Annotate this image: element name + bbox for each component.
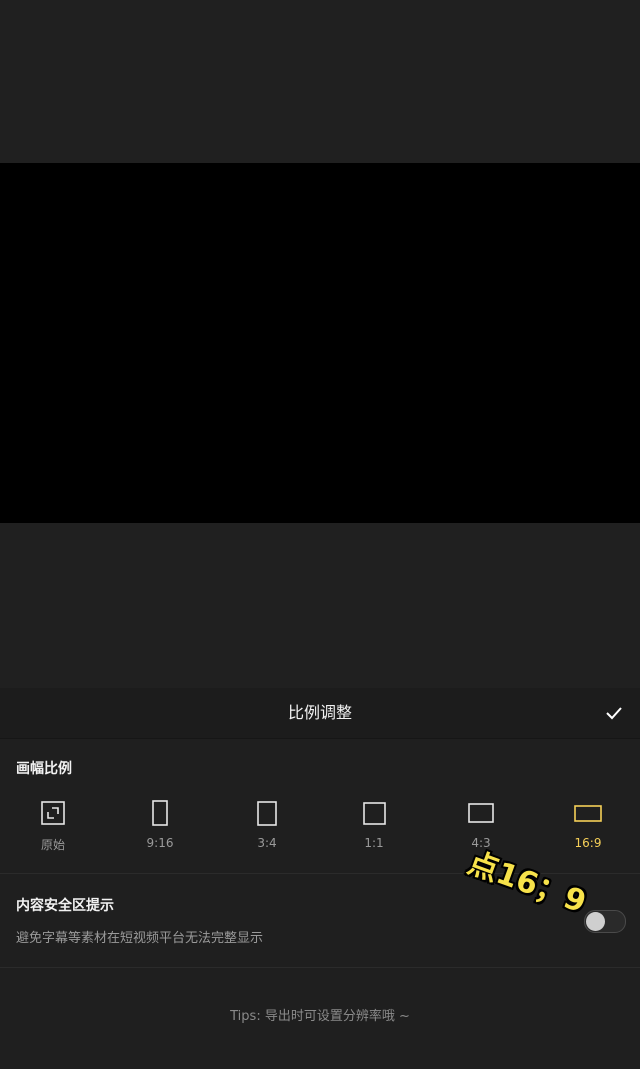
ratio-option-1-1[interactable]: 1:1: [334, 790, 414, 856]
landscape-4-3-icon: [468, 803, 494, 823]
original-ratio-icon: [41, 801, 65, 825]
confirm-button[interactable]: [602, 701, 626, 725]
divider: [0, 967, 640, 968]
ratio-option-3-4[interactable]: 3:4: [227, 790, 307, 856]
ratio-label: 3:4: [257, 836, 277, 850]
ratio-label: 16:9: [574, 836, 602, 850]
portrait-3-4-icon: [257, 800, 277, 826]
safe-area-description: 避免字幕等素材在短视频平台无法完整显示: [16, 931, 264, 946]
editor-top-area: [0, 0, 640, 163]
ratio-option-original[interactable]: 原始: [13, 790, 93, 856]
safe-area-toggle[interactable]: [584, 910, 626, 933]
editor-lower-area: [0, 523, 640, 688]
ratio-label: 1:1: [364, 836, 384, 850]
ratio-label: 9:16: [146, 836, 174, 850]
video-preview[interactable]: [0, 163, 640, 523]
ratio-option-16-9[interactable]: 16:9: [548, 790, 628, 856]
ratio-option-9-16[interactable]: 9:16: [120, 790, 200, 856]
safe-area-title: 内容安全区提示: [16, 898, 114, 914]
square-1-1-icon: [362, 801, 386, 825]
toggle-knob: [586, 912, 605, 931]
aspect-ratio-options: 原始 9:16 3:4 1:1 4:3 16:9: [0, 790, 640, 860]
panel-title: 比例调整: [287, 703, 352, 722]
checkmark-icon: [606, 707, 622, 720]
ratio-label: 原始: [40, 838, 65, 852]
panel-header: 比例调整: [0, 688, 640, 739]
landscape-16-9-icon: [574, 804, 602, 822]
tips-text: Tips: 导出时可设置分辨率哦 ~: [230, 1009, 410, 1024]
aspect-section-label: 画幅比例: [16, 761, 72, 777]
portrait-9-16-icon: [152, 800, 168, 826]
